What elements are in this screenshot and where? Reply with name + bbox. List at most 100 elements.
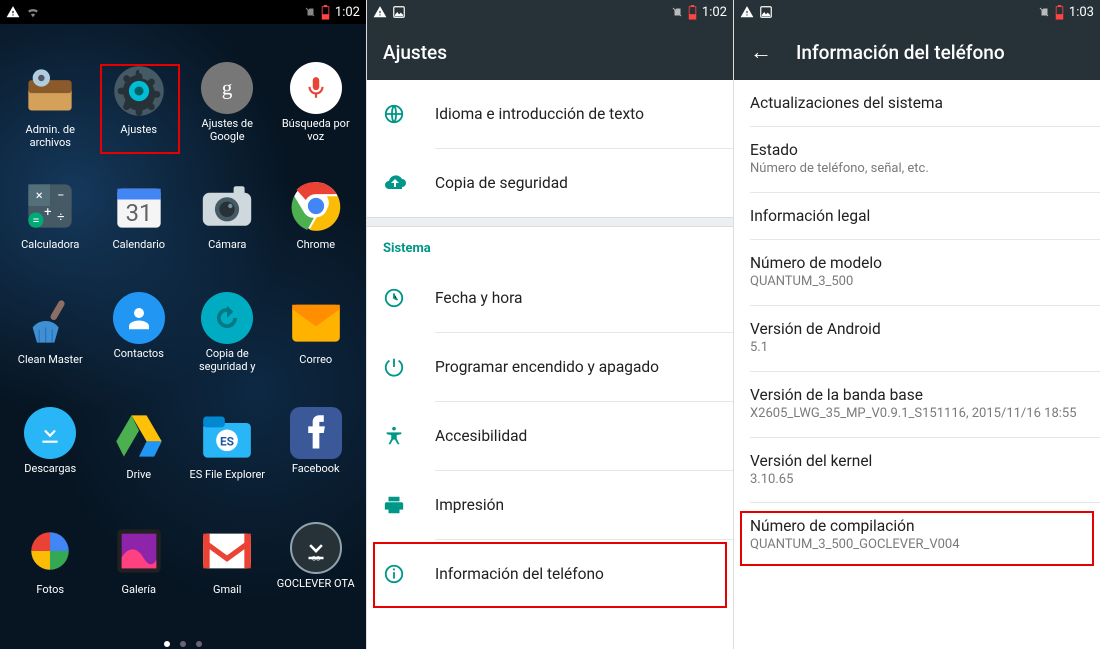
file-manager-icon: [21, 62, 79, 120]
app-label: Descargas: [24, 463, 76, 476]
svg-text:g: g: [222, 75, 233, 99]
app-fotos[interactable]: Fotos: [6, 522, 95, 637]
photos-icon: [21, 522, 79, 580]
image-icon: [392, 5, 406, 19]
back-button[interactable]: ←: [750, 39, 772, 65]
app-admin-archivos[interactable]: Admin. de archivos: [6, 62, 95, 177]
app-chrome[interactable]: Chrome: [272, 177, 361, 292]
app-clean-master[interactable]: Clean Master: [6, 292, 95, 407]
app-calculadora[interactable]: ×−÷=+ Calculadora: [6, 177, 95, 292]
clock: 1:02: [702, 5, 727, 20]
row-title: Número de modelo: [750, 254, 1084, 272]
accessibility-icon: [383, 425, 405, 447]
row-android[interactable]: Versión de Android 5.1: [734, 306, 1100, 371]
row-baseband[interactable]: Versión de la banda base X2605_LWG_35_MP…: [734, 372, 1100, 437]
warning-icon: [373, 5, 387, 19]
row-title: Versión del kernel: [750, 452, 1084, 470]
highlight-build: [740, 511, 1094, 566]
app-camara[interactable]: Cámara: [183, 177, 272, 292]
row-title: Información legal: [750, 207, 1084, 225]
app-goclever-ota[interactable]: GO GOCLEVER OTA: [272, 522, 361, 637]
power-icon: [383, 356, 405, 378]
warning-icon: [740, 5, 754, 19]
chrome-icon: [287, 177, 345, 235]
row-title: Estado: [750, 141, 1084, 159]
row-subtitle: Número de teléfono, señal, etc.: [750, 161, 1084, 178]
row-print[interactable]: Impresión: [367, 471, 733, 539]
row-title: Actualizaciones del sistema: [750, 94, 1084, 112]
appbar-settings: Ajustes: [367, 24, 733, 80]
mail-icon: [287, 292, 345, 350]
print-icon: [383, 494, 405, 516]
appbar-title: Información del teléfono: [796, 41, 1005, 64]
app-label: Cámara: [208, 239, 246, 252]
section-sistema: Sistema: [367, 227, 733, 264]
app-descargas[interactable]: Descargas: [6, 407, 95, 522]
app-drive[interactable]: Drive: [95, 407, 184, 522]
svg-text:−: −: [57, 189, 64, 204]
app-label: Copia de seguridad y: [186, 348, 268, 373]
row-title: Accesibilidad: [435, 427, 717, 445]
svg-text:÷: ÷: [57, 210, 64, 225]
app-label: Correo: [299, 354, 332, 367]
row-language[interactable]: Idioma e introducción de texto: [367, 80, 733, 148]
row-title: Versión de Android: [750, 320, 1084, 338]
battery-icon: [321, 5, 330, 20]
row-title: Idioma e introducción de texto: [435, 105, 717, 123]
drive-icon: [110, 407, 168, 465]
app-label: Admin. de archivos: [9, 124, 91, 149]
row-subtitle: 5.1: [750, 340, 1084, 357]
no-sim-icon: [1038, 5, 1050, 19]
battery-icon: [1055, 5, 1064, 20]
app-backup[interactable]: Copia de seguridad y: [183, 292, 272, 407]
app-google-settings[interactable]: g Ajustes de Google: [183, 62, 272, 177]
app-calendario[interactable]: 31 Calendario: [95, 177, 184, 292]
app-voice-search[interactable]: Búsqueda por voz: [272, 62, 361, 177]
row-date[interactable]: Fecha y hora: [367, 264, 733, 332]
row-model[interactable]: Número de modelo QUANTUM_3_500: [734, 240, 1100, 305]
row-backup[interactable]: Copia de seguridad: [367, 149, 733, 217]
wifi-icon: [25, 5, 41, 19]
row-status[interactable]: Estado Número de teléfono, señal, etc.: [734, 127, 1100, 192]
row-system-updates[interactable]: Actualizaciones del sistema: [734, 80, 1100, 126]
ota-icon: GO: [290, 522, 342, 574]
es-explorer-icon: ES: [198, 407, 256, 465]
app-galeria[interactable]: Galería: [95, 522, 184, 637]
calendar-icon: 31: [110, 177, 168, 235]
clock: 1:02: [335, 5, 360, 20]
row-subtitle: 3.10.65: [750, 472, 1084, 489]
app-contactos[interactable]: Contactos: [95, 292, 184, 407]
row-schedule[interactable]: Programar encendido y apagado: [367, 333, 733, 401]
app-label: ES File Explorer: [189, 469, 265, 482]
app-label: GOCLEVER OTA: [277, 578, 355, 591]
app-es-explorer[interactable]: ES ES File Explorer: [183, 407, 272, 522]
gmail-icon: [198, 522, 256, 580]
backup-icon: [201, 292, 253, 344]
contacts-icon: [113, 292, 165, 344]
app-grid: Admin. de archivos Ajustes g Ajustes de …: [0, 48, 366, 637]
broom-icon: [21, 292, 79, 350]
app-label: Búsqueda por voz: [275, 118, 357, 143]
facebook-icon: [290, 407, 342, 459]
row-kernel[interactable]: Versión del kernel 3.10.65: [734, 438, 1100, 503]
app-facebook[interactable]: Facebook: [272, 407, 361, 522]
row-subtitle: QUANTUM_3_500: [750, 274, 1084, 291]
app-label: Drive: [126, 469, 151, 482]
svg-text:×: ×: [36, 189, 43, 204]
row-accessibility[interactable]: Accesibilidad: [367, 402, 733, 470]
row-legal[interactable]: Información legal: [734, 193, 1100, 239]
calculator-icon: ×−÷=+: [21, 177, 79, 235]
download-icon: [24, 407, 76, 459]
app-correo[interactable]: Correo: [272, 292, 361, 407]
status-bar: 1:02: [0, 0, 366, 24]
svg-text:=: =: [33, 213, 40, 228]
app-label: Gmail: [213, 584, 241, 597]
app-label: Calendario: [112, 239, 165, 252]
appbar-title: Ajustes: [383, 41, 447, 64]
app-gmail[interactable]: Gmail: [183, 522, 272, 637]
status-bar: 1:03: [734, 0, 1100, 24]
page-indicator: [0, 641, 366, 647]
no-sim-icon: [671, 5, 683, 19]
battery-icon: [688, 5, 697, 20]
status-bar: 1:02: [367, 0, 733, 24]
